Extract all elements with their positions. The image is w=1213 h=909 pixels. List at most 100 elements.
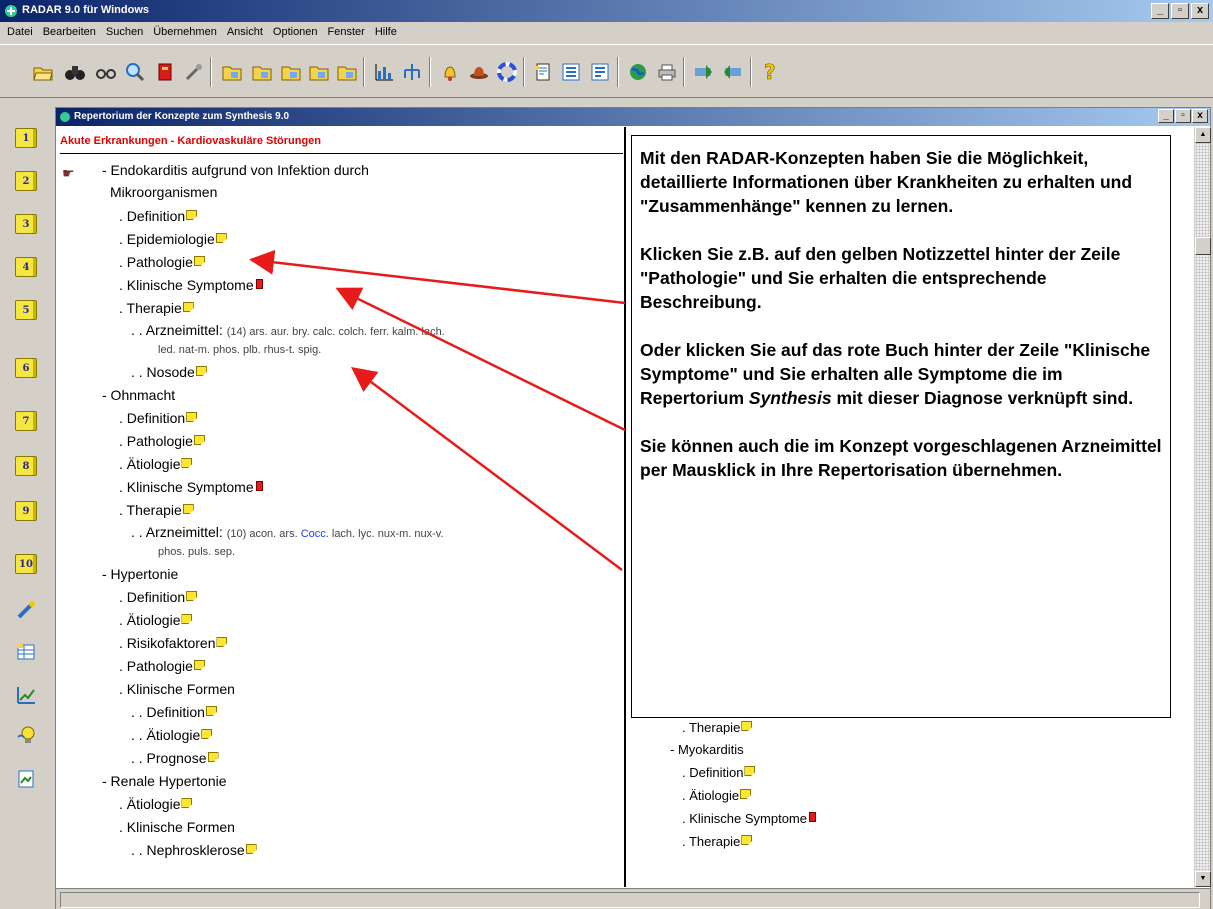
tree-item-hypertonie[interactable]: - Hypertonie	[102, 566, 178, 582]
book-3-button[interactable]: 3	[12, 210, 40, 238]
remedy-tool-icon[interactable]	[12, 596, 40, 624]
tree-item-definition[interactable]: . Definition	[119, 589, 198, 605]
help-icon[interactable]: ?	[757, 59, 783, 85]
book-2-button[interactable]: 2	[12, 167, 40, 195]
note-icon[interactable]	[201, 729, 213, 739]
tree-item-pathologie[interactable]: . Pathologie	[119, 658, 205, 674]
menu-ansicht[interactable]: Ansicht	[222, 26, 268, 38]
note-icon[interactable]	[186, 412, 198, 422]
remedy-list-cont[interactable]: phos. puls. sep.	[158, 546, 235, 558]
scroll-down-button[interactable]: ▼	[1195, 871, 1211, 887]
forward-icon[interactable]	[690, 59, 716, 85]
menu-hilfe[interactable]: Hilfe	[370, 26, 402, 38]
red-book-icon[interactable]	[255, 279, 263, 289]
book-5-button[interactable]: 5	[12, 296, 40, 324]
tree-item-definition[interactable]: . Definition	[682, 765, 756, 780]
tree-item-definition[interactable]: . Definition	[119, 410, 198, 426]
note-icon[interactable]	[215, 233, 227, 243]
tree-item-aetiologie[interactable]: . Ätiologie	[119, 612, 193, 628]
tree-item-therapie[interactable]: . Therapie	[682, 834, 753, 849]
note-icon[interactable]	[181, 798, 193, 808]
tree-item-renale-hypertonie[interactable]: - Renale Hypertonie	[102, 773, 227, 789]
tree-item-arzneimittel[interactable]: . . Arzneimittel: (10) acon. ars. Cocc. …	[131, 524, 444, 540]
tree-item-klinische-formen[interactable]: . Klinische Formen	[119, 681, 235, 697]
note-icon[interactable]	[181, 614, 193, 624]
remedy-highlight[interactable]: Cocc.	[301, 528, 329, 540]
tree-item-endokarditis-cont[interactable]: Mikroorganismen	[110, 184, 217, 200]
book-8-button[interactable]: 8	[12, 452, 40, 480]
list-icon[interactable]	[587, 59, 613, 85]
tree-item-klinische-formen[interactable]: . Klinische Formen	[119, 819, 235, 835]
tree-item-pathologie[interactable]: . Pathologie	[119, 254, 205, 270]
graph-icon[interactable]	[12, 681, 40, 709]
close-button[interactable]: x	[1191, 3, 1209, 19]
red-book-icon[interactable]	[152, 59, 178, 85]
binoculars-icon[interactable]	[62, 59, 88, 85]
tree-item-aetiologie[interactable]: . Ätiologie	[119, 796, 193, 812]
tree-item-risikofaktoren[interactable]: . Risikofaktoren	[119, 635, 228, 651]
note-icon[interactable]	[195, 366, 207, 376]
book-4-button[interactable]: 4	[12, 253, 40, 281]
tree-item-endokarditis[interactable]: - Endokarditis aufgrund von Infektion du…	[102, 162, 369, 178]
book-1-button[interactable]: 1	[12, 124, 40, 152]
book-9-button[interactable]: 9	[12, 497, 40, 525]
printer-icon[interactable]	[654, 59, 680, 85]
red-book-icon[interactable]	[255, 481, 263, 491]
note-icon[interactable]	[186, 591, 198, 601]
folder-icon[interactable]	[278, 59, 304, 85]
note-icon[interactable]	[193, 660, 205, 670]
menu-bearbeiten[interactable]: Bearbeiten	[38, 26, 101, 38]
menu-optionen[interactable]: Optionen	[268, 26, 323, 38]
pane-divider[interactable]	[624, 127, 626, 887]
child-minimize-button[interactable]: _	[1158, 109, 1174, 123]
red-book-icon[interactable]	[809, 812, 816, 822]
tree-item-prognose[interactable]: . . Prognose	[131, 750, 219, 766]
remedy-list[interactable]: (14) ars. aur. bry. calc. colch. ferr. k…	[227, 326, 445, 338]
note-icon[interactable]	[182, 302, 194, 312]
note-icon[interactable]	[181, 458, 193, 468]
note-icon[interactable]	[740, 789, 752, 799]
chart-icon[interactable]	[371, 59, 397, 85]
tree-item-nosode[interactable]: . . Nosode	[131, 364, 207, 380]
lightbulb-icon[interactable]	[12, 722, 40, 750]
tree-item-definition[interactable]: . . Definition	[131, 704, 217, 720]
tree-item-klinische-symptome[interactable]: . Klinische Symptome	[119, 479, 263, 495]
note-icon[interactable]	[207, 752, 219, 762]
child-close-button[interactable]: x	[1192, 109, 1208, 123]
note-icon[interactable]	[193, 435, 205, 445]
page-icon[interactable]	[530, 59, 556, 85]
lifebuoy-icon[interactable]	[494, 59, 520, 85]
tree-item-epidemiologie[interactable]: . Epidemiologie	[119, 231, 227, 247]
tools-icon[interactable]	[181, 59, 207, 85]
folder-icon[interactable]	[334, 59, 360, 85]
tree-item-ohnmacht[interactable]: - Ohnmacht	[102, 387, 175, 403]
tree-item-definition[interactable]: . Definition	[119, 208, 198, 224]
tree-icon[interactable]	[399, 59, 425, 85]
menu-fenster[interactable]: Fenster	[323, 26, 370, 38]
vertical-scrollbar[interactable]: ▲ ▼	[1194, 127, 1211, 887]
scroll-up-button[interactable]: ▲	[1195, 127, 1211, 143]
book-6-button[interactable]: 6	[12, 354, 40, 382]
folder-icon[interactable]	[306, 59, 332, 85]
tree-item-aetiologie[interactable]: . . Ätiologie	[131, 727, 213, 743]
tree-item-pathologie[interactable]: . Pathologie	[119, 433, 205, 449]
book-7-button[interactable]: 7	[12, 407, 40, 435]
tree-item-myokarditis[interactable]: - Myokarditis	[670, 742, 744, 757]
note-icon[interactable]	[205, 706, 217, 716]
tree-item-klinische-symptome[interactable]: . Klinische Symptome	[682, 811, 816, 826]
note-icon[interactable]	[744, 766, 756, 776]
note-icon[interactable]	[216, 637, 228, 647]
book-10-button[interactable]: 10	[12, 550, 40, 578]
tree-item-klinische-symptome[interactable]: . Klinische Symptome	[119, 277, 263, 293]
note-icon[interactable]	[245, 844, 257, 854]
note-icon[interactable]	[186, 210, 198, 220]
folder-icon[interactable]	[219, 59, 245, 85]
remedy-list[interactable]: (10) acon. ars. Cocc. lach. lyc. nux-m. …	[227, 528, 444, 540]
note-icon[interactable]	[741, 835, 753, 845]
open-icon[interactable]	[30, 59, 56, 85]
back-icon[interactable]	[720, 59, 746, 85]
menu-suchen[interactable]: Suchen	[101, 26, 148, 38]
menu-datei[interactable]: Datei	[2, 26, 38, 38]
tree-item-therapie[interactable]: . Therapie	[682, 720, 753, 735]
tree-item-therapie[interactable]: . Therapie	[119, 502, 194, 518]
